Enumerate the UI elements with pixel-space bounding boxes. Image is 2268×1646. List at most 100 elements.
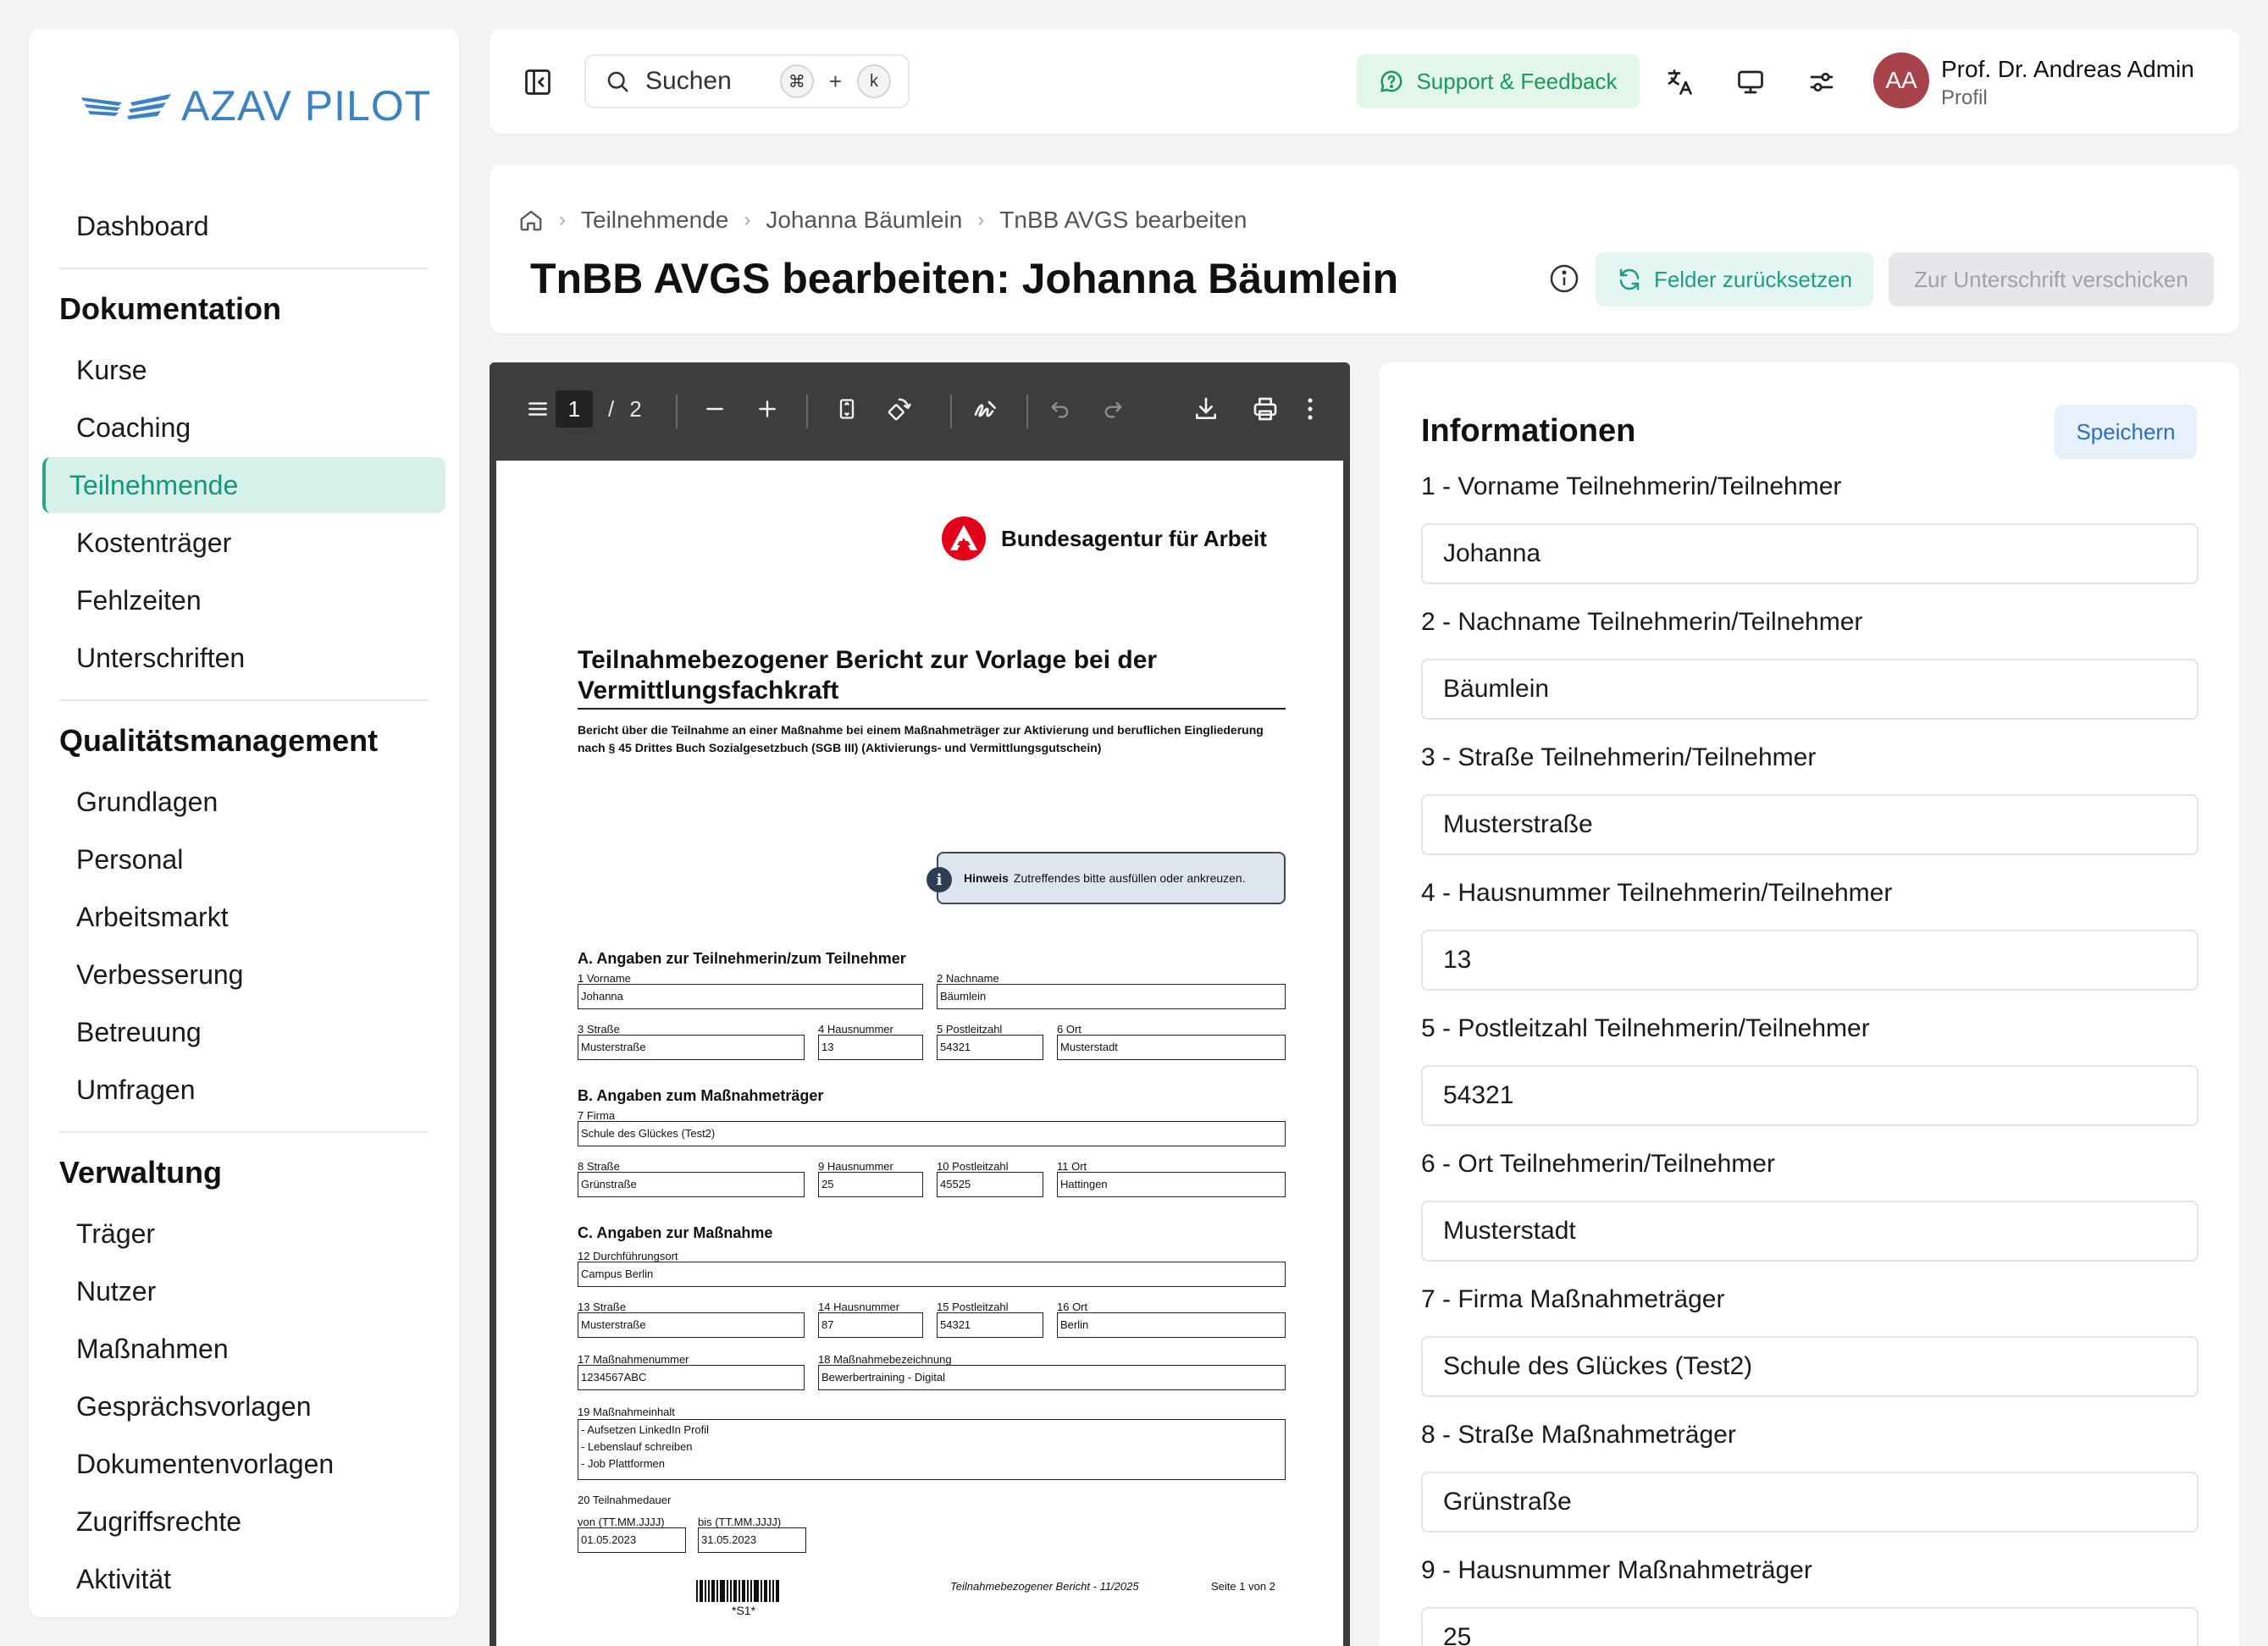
download-button[interactable] <box>1187 388 1225 430</box>
sidebar-item-teilnehmende[interactable]: Teilnehmende <box>42 457 445 513</box>
pdf-field-ort[interactable]: Musterstadt <box>1057 1035 1286 1060</box>
breadcrumb-item[interactable]: Johanna Bäumlein <box>766 207 962 234</box>
support-feedback-button[interactable]: Support & Feedback <box>1357 54 1640 108</box>
reset-fields-button[interactable]: Felder zurücksetzen <box>1596 252 1873 307</box>
rotate-button[interactable] <box>881 388 918 430</box>
save-button[interactable]: Speichern <box>2055 405 2197 459</box>
pdf-field-massnahme-hausnummer[interactable]: 87 <box>818 1312 923 1338</box>
sidebar-item-gespraechsvorlagen[interactable]: Gesprächsvorlagen <box>42 1378 445 1434</box>
page-number-input[interactable]: 1 <box>556 390 593 428</box>
sidebar-item-massnahmen[interactable]: Maßnahmen <box>42 1321 445 1377</box>
sidebar-item-personal[interactable]: Personal <box>42 831 445 887</box>
pdf-field-traeger-strasse[interactable]: Grünstraße <box>578 1172 805 1197</box>
pdf-field-strasse[interactable]: Musterstraße <box>578 1035 805 1060</box>
plz-input[interactable]: 54321 <box>1421 1065 2199 1126</box>
sidebar-item-grundlagen[interactable]: Grundlagen <box>42 774 445 830</box>
pdf-field-massnahme-ort[interactable]: Berlin <box>1057 1312 1286 1338</box>
redo-button[interactable] <box>1094 388 1131 430</box>
pdf-field-traeger-hausnummer[interactable]: 25 <box>818 1172 923 1197</box>
field-label: 7 - Firma Maßnahmeträger <box>1421 1285 1725 1313</box>
settings-button[interactable] <box>1802 63 1841 102</box>
pdf-field-traeger-plz[interactable]: 45525 <box>937 1172 1043 1197</box>
pdf-field-bis[interactable]: 31.05.2023 <box>698 1527 806 1553</box>
pdf-field-massnahmebezeichnung[interactable]: Bewerbertraining - Digital <box>818 1365 1286 1390</box>
home-icon[interactable] <box>518 207 544 233</box>
pdf-viewer: 1 / 2 Bundesagentur für Arbeit Teilnahme… <box>490 362 1350 1646</box>
zoom-out-button[interactable] <box>696 388 733 430</box>
field-label: 9 Hausnummer <box>818 1160 893 1173</box>
vorname-input[interactable]: Johanna <box>1421 523 2199 584</box>
more-options-button[interactable] <box>1297 388 1323 430</box>
nachname-input[interactable]: Bäumlein <box>1421 659 2199 720</box>
menu-icon <box>528 402 547 416</box>
sidebar-item-zugriffsrechte[interactable]: Zugriffsrechte <box>42 1494 445 1549</box>
hausnummer-input[interactable]: 13 <box>1421 930 2199 991</box>
pdf-field-hausnummer[interactable]: 13 <box>818 1035 923 1060</box>
outline-toggle-button[interactable] <box>527 388 549 430</box>
form-field: 8 - Straße Maßnahmeträger Grünstraße <box>1421 1421 2199 1533</box>
sidebar-item-kostentraeger[interactable]: Kostenträger <box>42 515 445 571</box>
search-icon <box>607 71 628 92</box>
app-logo[interactable]: AZAV PILOT <box>81 81 431 130</box>
pdf-field-durchfuehrungsort[interactable]: Campus Berlin <box>578 1262 1286 1287</box>
section-heading-dokumentation: Dokumentation <box>59 291 282 326</box>
traeger-strasse-input[interactable]: Grünstraße <box>1421 1472 2199 1533</box>
pdf-field-massnahme-plz[interactable]: 54321 <box>937 1312 1043 1338</box>
pdf-field-firma[interactable]: Schule des Glückes (Test2) <box>578 1121 1286 1146</box>
search-button[interactable]: Suchen ⌘ + k <box>584 54 910 108</box>
sidebar-item-verbesserung[interactable]: Verbesserung <box>42 947 445 1003</box>
field-label: 3 - Straße Teilnehmerin/Teilnehmer <box>1421 743 1817 771</box>
sidebar-item-nutzer[interactable]: Nutzer <box>42 1263 445 1319</box>
sidebar-item-fehlzeiten[interactable]: Fehlzeiten <box>42 572 445 628</box>
field-label: 4 Hausnummer <box>818 1023 893 1036</box>
language-button[interactable] <box>1660 63 1699 102</box>
info-button[interactable] <box>1548 262 1580 299</box>
divider <box>59 268 429 269</box>
wings-icon <box>81 94 171 119</box>
strasse-input[interactable]: Musterstraße <box>1421 794 2199 855</box>
zoom-in-button[interactable] <box>749 388 786 430</box>
sidebar-item-betreuung[interactable]: Betreuung <box>42 1004 445 1060</box>
sidebar-item-traeger[interactable]: Träger <box>42 1206 445 1262</box>
sidebar: AZAV PILOT Dashboard Dokumentation Kurse… <box>29 29 459 1617</box>
send-for-signature-button[interactable]: Zur Unterschrift verschicken <box>1889 252 2214 307</box>
field-label: 13 Straße <box>578 1301 627 1313</box>
display-button[interactable] <box>1731 63 1770 102</box>
pdf-field-massnahmeinhalt[interactable]: - Aufsetzen LinkedIn Profil - Lebenslauf… <box>578 1419 1286 1480</box>
field-label: 3 Straße <box>578 1023 620 1036</box>
draw-button[interactable] <box>967 388 1004 430</box>
user-name[interactable]: Prof. Dr. Andreas Admin <box>1941 56 2194 83</box>
sidebar-item-dokumentenvorlagen[interactable]: Dokumentenvorlagen <box>42 1436 445 1492</box>
hint-box: i Hinweis Zutreffendes bitte ausfüllen o… <box>927 852 1286 904</box>
pdf-field-nachname[interactable]: Bäumlein <box>937 984 1286 1009</box>
print-button[interactable] <box>1247 388 1284 430</box>
section-heading-verwaltung: Verwaltung <box>59 1155 223 1190</box>
traeger-hausnummer-input[interactable]: 25 <box>1421 1607 2199 1646</box>
field-label: 12 Durchführungsort <box>578 1250 678 1262</box>
field-label: 7 Firma <box>578 1109 616 1122</box>
avatar[interactable]: AA <box>1873 52 1929 108</box>
divider <box>578 708 1286 710</box>
firma-input[interactable]: Schule des Glückes (Test2) <box>1421 1336 2199 1397</box>
sidebar-item-aktivitaet[interactable]: Aktivität <box>42 1551 445 1607</box>
sidebar-toggle-button[interactable] <box>518 63 557 102</box>
pdf-field-plz[interactable]: 54321 <box>937 1035 1043 1060</box>
sidebar-item-arbeitsmarkt[interactable]: Arbeitsmarkt <box>42 889 445 945</box>
panel-left-icon <box>525 69 550 95</box>
pdf-field-massnahme-strasse[interactable]: Musterstraße <box>578 1312 805 1338</box>
undo-button[interactable] <box>1042 388 1079 430</box>
pdf-field-massnahmenummer[interactable]: 1234567ABC <box>578 1365 805 1390</box>
pdf-field-traeger-ort[interactable]: Hattingen <box>1057 1172 1286 1197</box>
sidebar-item-unterschriften[interactable]: Unterschriften <box>42 630 445 686</box>
fit-page-button[interactable] <box>828 388 866 430</box>
sidebar-item-dashboard[interactable]: Dashboard <box>42 198 445 254</box>
sliders-icon <box>1810 72 1834 92</box>
pdf-field-von[interactable]: 01.05.2023 <box>578 1527 686 1553</box>
user-profile-link[interactable]: Profil <box>1941 86 1988 110</box>
sidebar-item-kurse[interactable]: Kurse <box>42 342 445 398</box>
ort-input[interactable]: Musterstadt <box>1421 1201 2199 1262</box>
pdf-field-vorname[interactable]: Johanna <box>578 984 923 1009</box>
sidebar-item-umfragen[interactable]: Umfragen <box>42 1062 445 1118</box>
breadcrumb-item[interactable]: Teilnehmende <box>581 207 728 234</box>
sidebar-item-coaching[interactable]: Coaching <box>42 400 445 456</box>
